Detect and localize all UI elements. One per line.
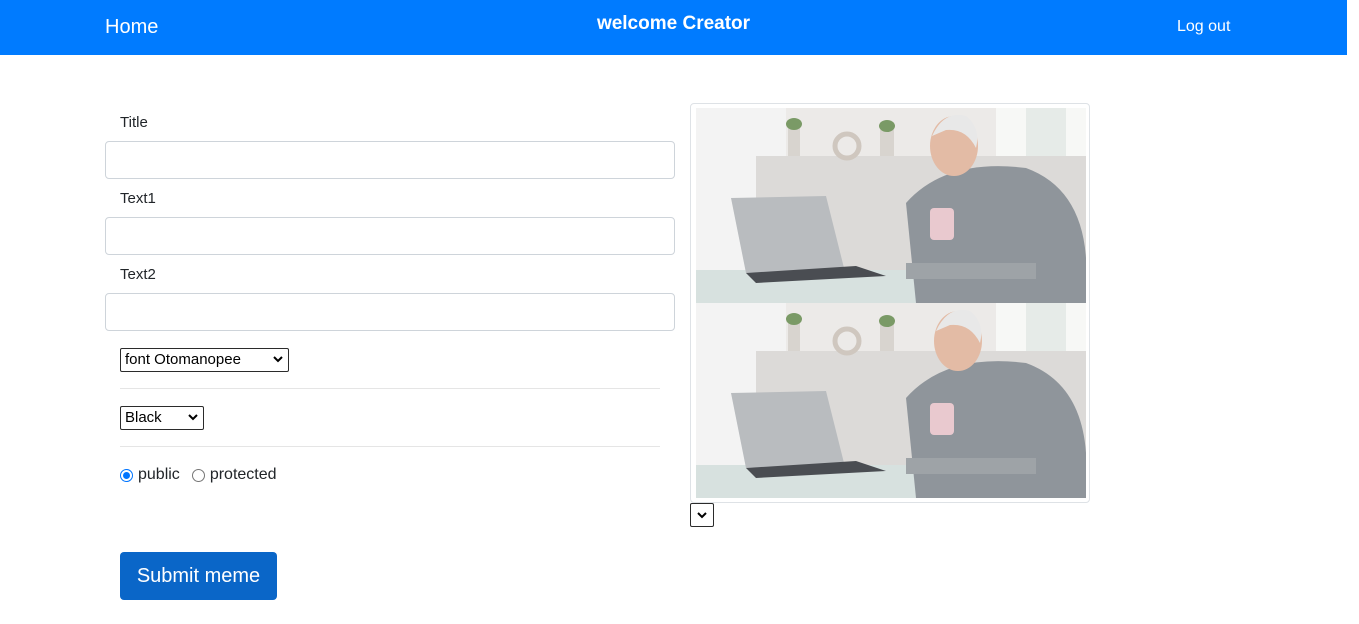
- protected-radio-label[interactable]: protected: [210, 466, 277, 484]
- color-select[interactable]: Black: [120, 406, 204, 430]
- template-select[interactable]: [690, 503, 714, 527]
- welcome-title: welcome Creator: [596, 13, 751, 34]
- chevron-down-icon: [697, 512, 707, 519]
- divider: [120, 446, 660, 447]
- text2-input[interactable]: [105, 293, 675, 331]
- meme-template-image: [696, 303, 1086, 498]
- meme-preview: [690, 103, 1090, 503]
- text1-label: Text1: [120, 190, 156, 207]
- public-radio-label[interactable]: public: [138, 466, 180, 484]
- text2-label: Text2: [120, 266, 156, 283]
- logout-link[interactable]: Log out: [1177, 18, 1230, 36]
- title-label: Title: [120, 114, 148, 131]
- text1-input[interactable]: [105, 217, 675, 255]
- visibility-radio-group: public protected: [120, 466, 289, 484]
- meme-template-image: [696, 108, 1086, 303]
- title-input[interactable]: [105, 141, 675, 179]
- top-navbar: Home welcome Creator Log out: [0, 0, 1347, 55]
- font-select[interactable]: font Otomanopee: [120, 348, 289, 372]
- chevron-down-icon: [188, 414, 198, 421]
- protected-radio[interactable]: [191, 468, 205, 482]
- chevron-down-icon: [273, 356, 283, 363]
- submit-meme-button[interactable]: Submit meme: [120, 552, 277, 600]
- font-select-value: font Otomanopee: [125, 351, 241, 368]
- public-radio[interactable]: [120, 468, 133, 482]
- color-select-value: Black: [125, 409, 162, 426]
- divider: [120, 388, 660, 389]
